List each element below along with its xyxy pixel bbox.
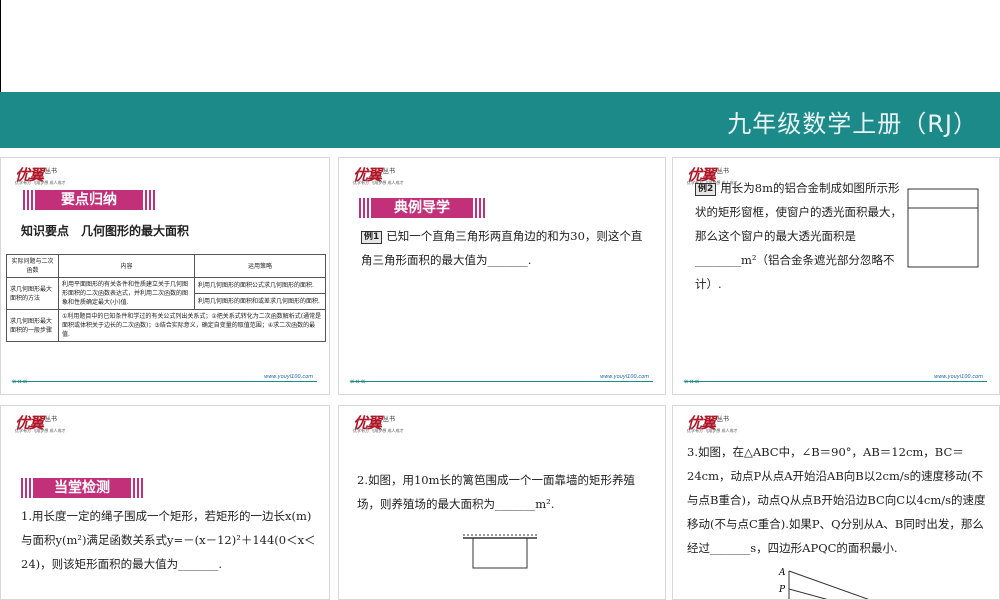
- table-row: 求几何图形最大面积的一般步骤 ①利用题目中的已知条件和学过的有关公式列出关系式；…: [6, 309, 326, 342]
- table-row: 求几何图形最大面积的方法 利用平面图形的有关条件和性质建立关于几何图形面积的二次…: [6, 277, 326, 310]
- section-ribbon: 要点归纳: [23, 190, 155, 210]
- table-header-row: 实际问题与二次函数 内容 运用策略: [6, 254, 326, 278]
- slide-thumbnail-3[interactable]: 优翼 丛书 优学有方 飞翔梦想 成人成才 例2用长为8m的铝合金制成如图所示形状…: [672, 157, 1000, 395]
- section-ribbon: 典例导学: [359, 198, 485, 218]
- slide-thumbnail-1[interactable]: 优翼 丛书 优学有方 飞翔梦想 成人成才 要点归纳 知识要点 几何图形的最大面积…: [0, 157, 330, 395]
- top-blank-area: [0, 0, 1000, 92]
- footer-url: www.youyi100.com: [600, 374, 649, 380]
- point-label-p: P: [778, 585, 786, 595]
- double-arrow-icon: «««: [349, 377, 366, 387]
- example-badge: 例2: [695, 182, 717, 196]
- knowledge-heading: 知识要点 几何图形的最大面积: [21, 224, 190, 238]
- footer-line: [351, 381, 653, 382]
- slide-thumbnail-4[interactable]: 优翼 丛书 优学有方 飞翔梦想 成人成才 当堂检测 1.用长度一定的绳子围成一个…: [0, 405, 330, 600]
- exercise-1-text: 1.用长度一定的绳子围成一个矩形，若矩形的一边长x(m)与面积y(m²)满足函数…: [21, 509, 316, 571]
- brand-logo: 优翼 丛书 优学有方 飞翔梦想 成人成才: [687, 414, 738, 433]
- brand-logo: 优翼 丛书 优学有方 飞翔梦想 成人成才: [353, 166, 404, 185]
- example-2-text: 例2 用长为8m的铝合金制成如图所示形状的矩形窗框，使窗户的透光面积最大，那么这个…: [695, 181, 902, 291]
- triangle-figure: A P: [778, 568, 869, 599]
- slide-thumbnail-2[interactable]: 优翼 丛书 优学有方 飞翔梦想 成人成才 典例导学 例1 已知一个直角三角形两直角…: [338, 157, 666, 395]
- brand-logo: 优翼 丛书 优学有方 飞翔梦想 成人成才: [15, 414, 66, 433]
- window-frame-figure: [907, 188, 979, 268]
- slide-thumbnail-6[interactable]: 优翼 丛书 优学有方 飞翔梦想 成人成才 3.如图，在△ABC中，∠B＝90°，…: [672, 405, 1000, 600]
- fence-wall-figure: [463, 534, 537, 569]
- example-1-text: 例1 已知一个直角三角形两直角边的和为30，则这个直角三角形面积的最大值为____…: [361, 229, 643, 267]
- page-title: 九年级数学上册（RJ）: [727, 110, 978, 138]
- header-banner: 九年级数学上册（RJ）: [0, 92, 1000, 148]
- slide-thumbnail-5[interactable]: 优翼 丛书 优学有方 飞翔梦想 成人成才 2.如图，用10m长的篱笆围成一个一面…: [338, 405, 666, 600]
- brand-logo: 优翼 丛书 优学有方 飞翔梦想 成人成才: [15, 166, 66, 185]
- exercise-3-text: 3.如图，在△ABC中，∠B＝90°，AB＝12cm，BC＝24cm，动点P从点…: [687, 445, 986, 555]
- footer-line: [685, 381, 987, 382]
- footer-line: [13, 381, 317, 382]
- double-arrow-icon: «««: [11, 377, 28, 387]
- point-label-a: A: [778, 568, 786, 578]
- summary-table: 实际问题与二次函数 内容 运用策略 求几何图形最大面积的方法 利用平面图形的有关…: [6, 254, 326, 342]
- section-ribbon: 当堂检测: [21, 478, 143, 498]
- double-arrow-icon: «««: [683, 377, 700, 387]
- example-badge: 例1: [361, 230, 383, 244]
- footer-url: www.youyi100.com: [264, 374, 313, 380]
- footer-url: www.youyi100.com: [934, 374, 983, 380]
- exercise-2-text: 2.如图，用10m长的篱笆围成一个一面靠墙的矩形养殖场，则养殖场的最大面积为__…: [357, 473, 636, 511]
- brand-logo: 优翼 丛书 优学有方 飞翔梦想 成人成才: [353, 414, 404, 433]
